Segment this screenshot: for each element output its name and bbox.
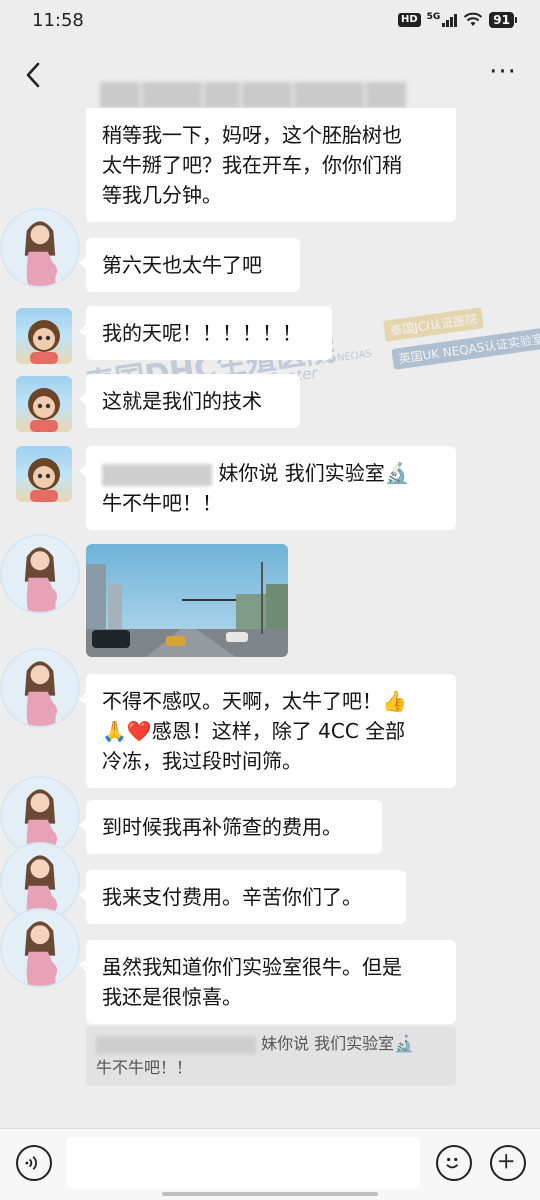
message-text: 冷冻，我过段时间筛。 (102, 749, 302, 773)
message-bubble[interactable]: 妹你说 我们实验室🔬 牛不牛吧！！ (79, 446, 456, 530)
message-input[interactable] (66, 1137, 420, 1189)
girl-avatar-icon (28, 320, 60, 364)
input-bar (0, 1128, 540, 1200)
redacted-name (96, 1035, 256, 1054)
message-text: 妹你说 我们实验室🔬 (218, 461, 410, 485)
pregnant-woman-avatar-icon (24, 547, 58, 612)
watermark-badge-ukneqas: 英国UK NEQAS认证实验室 (391, 327, 540, 370)
hd-icon: HD (397, 13, 421, 27)
pregnant-woman-avatar-icon (24, 921, 58, 986)
message-bubble[interactable]: 到时候我再补筛查的费用。 (79, 800, 382, 854)
avatar[interactable] (16, 446, 72, 502)
message-text: 牛不牛吧！！ (102, 491, 222, 515)
status-time: 11:58 (32, 9, 84, 31)
chat-messages[interactable]: 泰国DHC生殖医院 DHC Harmonicare IVF Center UK … (0, 108, 540, 1128)
redacted-name (102, 463, 212, 486)
message-text: 等我几分钟。 (102, 183, 222, 207)
quote-text: 牛不牛吧！！ (96, 1058, 193, 1077)
avatar[interactable] (0, 534, 80, 614)
road-photo-image (86, 544, 288, 657)
message-text: 这就是我们的技术 (102, 389, 262, 413)
message-bubble[interactable]: 不得不感叹。天啊，太牛了吧！👍 🙏❤️感恩！这样，除了 4CC 全部 冷冻，我过… (79, 674, 456, 788)
message-text: 我来支付费用。辛苦你们了。 (102, 885, 362, 909)
quoted-message[interactable]: 妹你说 我们实验室🔬 牛不牛吧！！ (86, 1026, 456, 1086)
photo-message[interactable] (86, 544, 288, 657)
message-text: 虽然我知道你们实验室很牛。但是 (102, 955, 402, 979)
message-text: 不得不感叹。天啊，太牛了吧！👍 (102, 689, 407, 713)
status-bar: 11:58 HD 5G 91 (0, 0, 540, 40)
message-text: 太牛掰了吧？我在开车，你你们稍 (102, 153, 402, 177)
network-type: 5G (426, 12, 441, 22)
message-text: 稍等我一下，妈呀，这个胚胎树也 (102, 123, 402, 147)
message-bubble[interactable]: 虽然我知道你们实验室很牛。但是 我还是很惊喜。 (79, 940, 456, 1024)
girl-avatar-icon (28, 458, 60, 502)
chevron-left-icon[interactable] (18, 58, 48, 92)
signal-icon: 5G (427, 13, 458, 27)
watermark-badge-jci: 泰国JCI认证医院 (383, 307, 485, 342)
home-indicator (162, 1192, 378, 1196)
message-bubble[interactable]: 稍等我一下，妈呀，这个胚胎树也 太牛掰了吧？我在开车，你你们稍 等我几分钟。 (86, 108, 456, 222)
quote-line: 妹你说 我们实验室🔬 (96, 1032, 446, 1056)
chat-header: ··· (0, 40, 540, 138)
message-text: 🙏❤️感恩！这样，除了 4CC 全部 (102, 719, 406, 743)
message-text: 我的天呢！！！！！！ (102, 321, 302, 345)
avatar[interactable] (16, 376, 72, 432)
plus-icon[interactable] (490, 1145, 526, 1181)
voice-icon[interactable] (16, 1145, 52, 1181)
pregnant-woman-avatar-icon (24, 661, 58, 726)
message-text: 到时候我再补筛查的费用。 (102, 815, 342, 839)
more-button[interactable]: ··· (488, 59, 518, 86)
wifi-icon (464, 12, 483, 26)
message-bubble[interactable]: 第六天也太牛了吧 (79, 238, 300, 292)
message-text: 第六天也太牛了吧 (102, 253, 262, 277)
avatar[interactable] (16, 308, 72, 364)
quote-text: 妹你说 我们实验室🔬 (261, 1034, 415, 1053)
girl-avatar-icon (28, 388, 60, 432)
avatar[interactable] (0, 648, 80, 728)
message-text: 我还是很惊喜。 (102, 985, 242, 1009)
pregnant-woman-avatar-icon (24, 221, 58, 286)
avatar[interactable] (0, 208, 80, 288)
avatar[interactable] (0, 908, 80, 988)
emoji-icon[interactable] (436, 1145, 472, 1181)
message-bubble[interactable]: 我来支付费用。辛苦你们了。 (79, 870, 406, 924)
message-bubble[interactable]: 我的天呢！！！！！！ (79, 306, 332, 360)
message-bubble[interactable]: 这就是我们的技术 (79, 374, 300, 428)
battery-icon: 91 (489, 12, 517, 28)
message-line: 妹你说 我们实验室🔬 (102, 458, 440, 488)
status-icons: HD 5G 91 (397, 12, 517, 28)
